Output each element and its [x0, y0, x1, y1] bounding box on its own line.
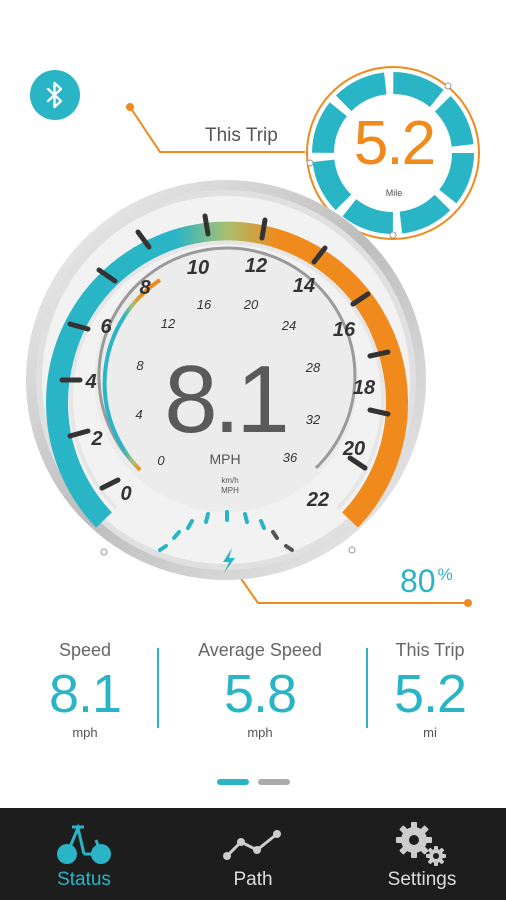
svg-text:22: 22 [306, 489, 329, 511]
tab-settings-label: Settings [387, 869, 457, 890]
svg-text:14: 14 [293, 275, 315, 297]
svg-text:12: 12 [245, 255, 267, 277]
stat-unit: mi [423, 725, 437, 740]
stat-label: Speed [58, 640, 112, 660]
battery-unit: % [437, 565, 453, 584]
stat-divider [157, 648, 159, 728]
svg-text:28: 28 [305, 360, 321, 375]
unit-toggle-kmh: km/h [221, 476, 239, 485]
svg-text:10: 10 [187, 257, 209, 279]
page-indicator[interactable] [258, 779, 290, 785]
svg-text:0: 0 [157, 453, 165, 468]
svg-text:8: 8 [139, 277, 151, 299]
battery-value: 80 [400, 563, 436, 599]
svg-text:4: 4 [84, 371, 96, 393]
trip-value: 5.2 [353, 109, 436, 178]
bike-icon [57, 823, 111, 864]
svg-text:32: 32 [306, 412, 321, 427]
tab-settings[interactable]: Settings [338, 808, 506, 900]
svg-text:4: 4 [135, 407, 142, 422]
bottom-tab-bar: Status Path Settings [0, 808, 506, 900]
tab-path-label: Path [233, 869, 273, 890]
svg-text:16: 16 [333, 319, 356, 341]
svg-text:24: 24 [281, 318, 296, 333]
page-indicator-active[interactable] [217, 779, 249, 785]
current-speed: 8.1 [164, 346, 289, 453]
stat-value: 5.2 [393, 664, 467, 724]
stat-speed: Speed 8.1 mph [20, 640, 150, 740]
speedometer-graphic: 0 2 4 6 8 10 12 14 16 18 20 22 0 4 8 12 … [26, 66, 480, 607]
stat-value: 8.1 [48, 664, 122, 724]
trip-label: This Trip [205, 125, 278, 146]
svg-text:16: 16 [197, 297, 212, 312]
speed-unit: MPH [209, 451, 241, 467]
svg-text:18: 18 [353, 377, 376, 399]
stat-value: 5.8 [223, 664, 297, 724]
stat-unit: mph [247, 725, 273, 740]
svg-text:20: 20 [342, 438, 365, 460]
stat-this-trip: This Trip 5.2 mi [375, 640, 485, 740]
stat-divider [366, 648, 368, 728]
svg-text:0: 0 [120, 483, 131, 505]
tab-path[interactable]: Path [169, 808, 337, 900]
unit-toggle-mph: MPH [221, 486, 239, 495]
trip-unit: Mile [385, 188, 403, 198]
stat-label: This Trip [395, 640, 465, 660]
tab-status[interactable]: Status [0, 808, 168, 900]
gear-icon [396, 822, 446, 866]
battery-level: 80% [400, 563, 453, 600]
stat-average-speed: Average Speed 5.8 mph [170, 640, 350, 740]
svg-text:8: 8 [136, 358, 144, 373]
svg-text:2: 2 [90, 428, 102, 450]
path-icon [223, 830, 281, 860]
tab-status-label: Status [57, 869, 111, 890]
stat-label: Average Speed [198, 640, 322, 660]
svg-text:6: 6 [100, 316, 112, 338]
svg-text:20: 20 [243, 297, 259, 312]
stat-unit: mph [72, 725, 98, 740]
svg-text:12: 12 [161, 316, 176, 331]
unit-toggle[interactable]: km/h MPH [200, 476, 260, 496]
